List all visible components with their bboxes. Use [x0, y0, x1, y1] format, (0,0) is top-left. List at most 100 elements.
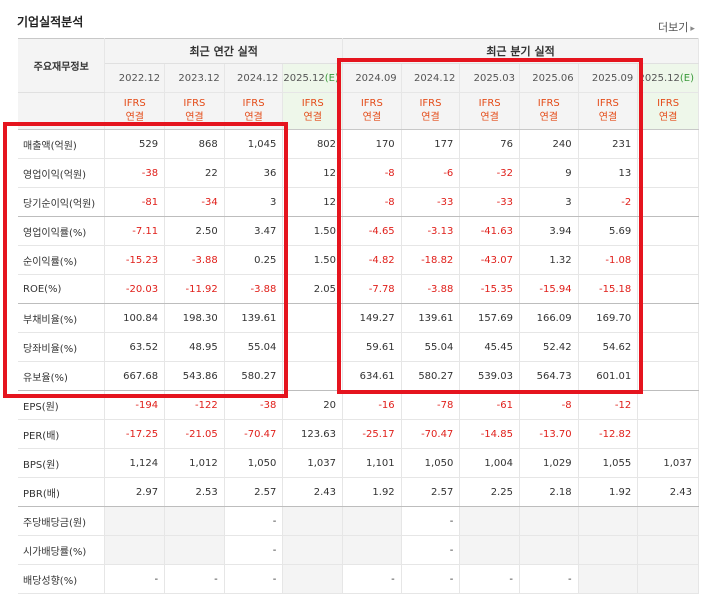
table-cell: 22 [164, 158, 225, 188]
standard-header: IFRS 연결 [401, 92, 461, 130]
table-cell: 543.86 [164, 361, 225, 391]
table-cell [637, 361, 699, 391]
table-cell: 564.73 [519, 361, 579, 391]
table-cell [578, 506, 639, 536]
table-cell: -15.23 [104, 245, 166, 275]
table-cell: 9 [519, 158, 579, 188]
standard-header: IFRS 연결 [342, 92, 402, 130]
table-row: 매출액(억원) 529 868 1,045 802 170 177 76 240 231 [18, 129, 699, 159]
standard-header: IFRS 연결 [224, 92, 284, 130]
more-label: 더보기 [658, 21, 689, 34]
table-cell: -41.63 [459, 216, 520, 246]
table-cell: 1,012 [164, 448, 225, 478]
period-header: 2024.12 [401, 63, 461, 93]
table-cell [459, 535, 520, 565]
table-cell: -12.82 [578, 419, 639, 449]
standard-label: IFRS [657, 98, 680, 109]
row-label: 주당배당금(원) [18, 506, 106, 536]
table-cell: -21.05 [164, 419, 225, 449]
table-row: 부채비율(%) 100.84 198.30 139.61 149.27 139.61 157… [18, 303, 699, 333]
table-cell: 45.45 [459, 332, 520, 362]
row-label: 유보율(%) [18, 361, 106, 391]
table-cell: -7.78 [342, 274, 402, 304]
table-cell: 1,037 [282, 448, 344, 478]
table-row: 순이익률(%) -15.23 -3.88 0.25 1.50 -4.82 -18.82 -43… [18, 245, 699, 275]
table-row: ROE(%) -20.03 -11.92 -3.88 2.05 -7.78 -3.88 -15… [18, 274, 699, 304]
table-cell: 1.50 [282, 245, 344, 275]
table-cell: 667.68 [104, 361, 166, 391]
period-header: 2025.12(E) [282, 63, 344, 93]
table-cell: 539.03 [459, 361, 520, 391]
table-row: 유보율(%) 667.68 543.86 580.27 634.61 580.27 539.… [18, 361, 699, 391]
table-cell [342, 506, 402, 536]
table-cell: 123.63 [282, 419, 344, 449]
standard-label: IFRS [123, 98, 146, 109]
standard-header: IFRS 연결 [519, 92, 579, 130]
period-header: 2022.12 [104, 63, 166, 93]
standard-label: IFRS [183, 98, 206, 109]
table-cell [578, 564, 639, 594]
table-cell: 2.97 [104, 477, 166, 507]
annual-group-header: 최근 연간 실적 [104, 38, 344, 64]
table-cell: 1,029 [519, 448, 579, 478]
period-header: 2025.06 [519, 63, 579, 93]
table-cell: -34 [164, 187, 225, 217]
table-cell: -8 [519, 390, 579, 420]
table-cell: - [224, 564, 284, 594]
table-cell: 139.61 [401, 303, 461, 333]
table-cell: 3.47 [224, 216, 284, 246]
table-cell: 63.52 [104, 332, 166, 362]
standard-label: IFRS [242, 98, 265, 109]
table-cell: -6 [401, 158, 461, 188]
table-cell: 76 [459, 129, 520, 159]
row-label: EPS(원) [18, 390, 106, 420]
row-label: PBR(배) [18, 477, 106, 507]
consolidation-label: 연결 [244, 112, 263, 123]
table-cell: 48.95 [164, 332, 225, 362]
period-header: 2025.09 [578, 63, 639, 93]
table-cell: -15.35 [459, 274, 520, 304]
table-cell: 1.50 [282, 216, 344, 246]
table-cell: 2.57 [224, 477, 284, 507]
table-cell: 601.01 [578, 361, 639, 391]
table-cell: 170 [342, 129, 402, 159]
table-cell: 198.30 [164, 303, 225, 333]
table-cell [282, 564, 344, 594]
table-row: 시가배당률(%) - - [18, 535, 699, 565]
table-cell: 2.18 [519, 477, 579, 507]
table-cell: -33 [401, 187, 461, 217]
table-cell [637, 419, 699, 449]
standard-label: IFRS [478, 98, 501, 109]
table-cell: 12 [282, 158, 344, 188]
table-cell [637, 535, 699, 565]
table-cell [164, 506, 225, 536]
table-cell [459, 506, 520, 536]
consolidation-label: 연결 [125, 112, 144, 123]
table-cell: - [224, 535, 284, 565]
table-row: 주당배당금(원) - - [18, 506, 699, 536]
table-cell: 3 [224, 187, 284, 217]
estimate-marker: (E) [679, 72, 694, 84]
table-cell [637, 564, 699, 594]
table-cell [282, 535, 344, 565]
table-cell [282, 506, 344, 536]
table-cell: - [164, 564, 225, 594]
row-label: 당기순이익(억원) [18, 187, 106, 217]
table-cell: -194 [104, 390, 166, 420]
table-cell: -1.08 [578, 245, 639, 275]
table-cell: -38 [104, 158, 166, 188]
standard-header: IFRS 연결 [459, 92, 520, 130]
table-cell: -20.03 [104, 274, 166, 304]
table-cell [637, 506, 699, 536]
table-cell: 1.92 [342, 477, 402, 507]
row-label: 영업이익률(%) [18, 216, 106, 246]
table-cell: -15.18 [578, 274, 639, 304]
table-cell: 529 [104, 129, 166, 159]
table-cell: -25.17 [342, 419, 402, 449]
table-cell: 580.27 [224, 361, 284, 391]
table-cell: 12 [282, 187, 344, 217]
period-header: 2024.09 [342, 63, 402, 93]
more-link[interactable]: 더보기 ▸ [658, 19, 695, 35]
table-cell: -3.13 [401, 216, 461, 246]
table-row: BPS(원) 1,124 1,012 1,050 1,037 1,101 1,050 1,00… [18, 448, 699, 478]
